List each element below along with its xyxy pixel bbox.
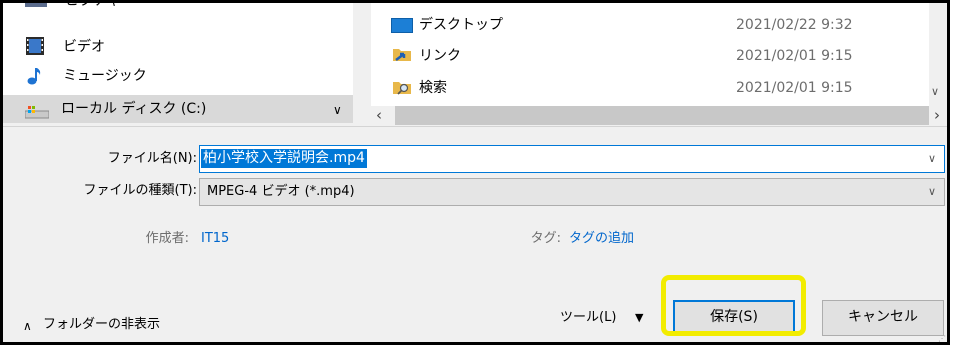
chevron-right-icon[interactable]: › xyxy=(934,106,940,124)
scrollbar-thumb[interactable] xyxy=(395,106,929,125)
filename-label: ファイル名(N): xyxy=(107,151,197,166)
file-name: デスクトップ xyxy=(419,17,503,33)
desktop-folder-icon xyxy=(391,18,413,33)
filetype-label: ファイルの種類(T): xyxy=(83,183,197,198)
tools-label: ツール(L) xyxy=(560,310,617,325)
save-highlight xyxy=(661,275,806,336)
chevron-down-icon[interactable]: ∨ xyxy=(928,150,936,168)
pictures-folder-icon xyxy=(25,3,47,7)
divider xyxy=(3,126,947,127)
nav-item-label: ミュージック xyxy=(63,68,147,84)
file-name: リンク xyxy=(419,48,461,64)
search-folder-icon xyxy=(392,79,412,99)
chevron-left-icon[interactable]: ‹ xyxy=(376,106,382,124)
hide-folders-label: フォルダーの非表示 xyxy=(43,317,161,332)
video-folder-icon xyxy=(25,36,45,60)
nav-item-label: ローカル ディスク (C:) xyxy=(61,101,207,117)
links-folder-icon xyxy=(392,46,412,66)
tag-label: タグ: xyxy=(530,231,561,246)
resize-grip-icon[interactable]: ⋰ xyxy=(938,330,946,342)
file-name: 検索 xyxy=(419,80,447,96)
caret-down-icon: ▼ xyxy=(635,311,644,324)
music-note-icon xyxy=(27,66,43,90)
file-date: 2021/02/01 9:15 xyxy=(736,48,853,64)
save-dialog: ピクチャ ビデオ ミュージック ローカル ディスク (C:) ∨ デスクトップ … xyxy=(0,0,950,345)
chevron-down-icon[interactable]: ∨ xyxy=(931,83,939,101)
author-label: 作成者: xyxy=(145,231,189,246)
file-date: 2021/02/22 9:32 xyxy=(736,17,853,33)
chevron-up-icon: ∧ xyxy=(23,319,32,333)
nav-item-label: ビデオ xyxy=(63,39,105,55)
local-disk-icon xyxy=(24,104,50,123)
chevron-down-icon[interactable]: ∨ xyxy=(333,101,342,119)
filename-selected-text[interactable]: 柏小学校入学説明会.mp4 xyxy=(201,149,367,168)
tag-value[interactable]: タグの追加 xyxy=(569,230,634,248)
chevron-down-icon[interactable]: ∨ xyxy=(928,183,936,201)
filetype-value: MPEG-4 ビデオ (*.mp4) xyxy=(207,184,355,199)
file-date: 2021/02/01 9:15 xyxy=(736,80,853,96)
cancel-button[interactable]: キャンセル xyxy=(822,300,944,336)
author-value[interactable]: IT15 xyxy=(201,230,229,248)
nav-item-pictures-partial[interactable]: ピクチャ xyxy=(65,3,121,10)
